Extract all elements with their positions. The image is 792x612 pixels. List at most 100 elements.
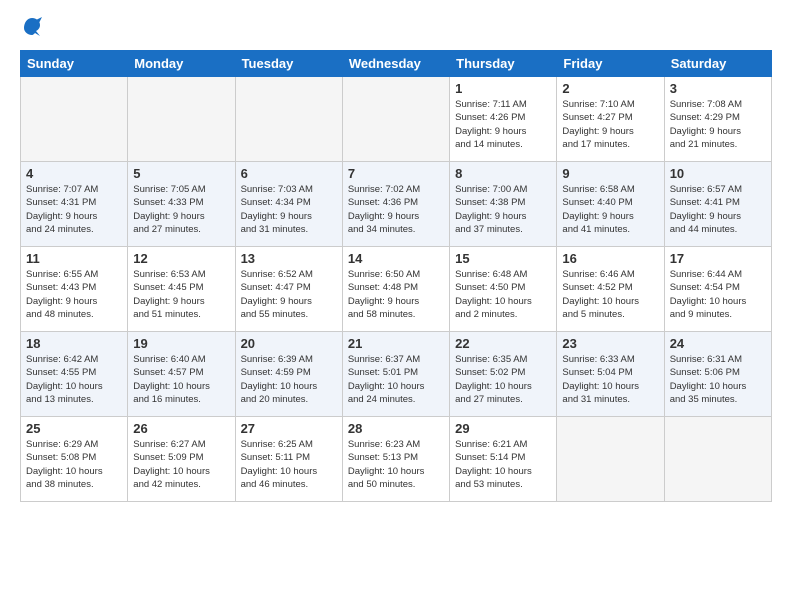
day-number: 5	[133, 166, 229, 181]
day-info: Sunrise: 6:40 AM Sunset: 4:57 PM Dayligh…	[133, 353, 229, 406]
calendar-cell	[664, 417, 771, 502]
day-info: Sunrise: 6:46 AM Sunset: 4:52 PM Dayligh…	[562, 268, 658, 321]
calendar-cell: 5 Sunrise: 7:05 AM Sunset: 4:33 PM Daylig…	[128, 162, 235, 247]
weekday-header-tuesday: Tuesday	[235, 51, 342, 77]
day-number: 16	[562, 251, 658, 266]
calendar-cell: 21 Sunrise: 6:37 AM Sunset: 5:01 PM Dayli…	[342, 332, 449, 417]
day-info: Sunrise: 7:11 AM Sunset: 4:26 PM Dayligh…	[455, 98, 551, 151]
calendar-cell: 9 Sunrise: 6:58 AM Sunset: 4:40 PM Daylig…	[557, 162, 664, 247]
weekday-header-sunday: Sunday	[21, 51, 128, 77]
header	[20, 16, 772, 38]
day-info: Sunrise: 6:29 AM Sunset: 5:08 PM Dayligh…	[26, 438, 122, 491]
day-info: Sunrise: 7:05 AM Sunset: 4:33 PM Dayligh…	[133, 183, 229, 236]
day-number: 3	[670, 81, 766, 96]
calendar-cell: 3 Sunrise: 7:08 AM Sunset: 4:29 PM Daylig…	[664, 77, 771, 162]
day-info: Sunrise: 6:39 AM Sunset: 4:59 PM Dayligh…	[241, 353, 337, 406]
day-info: Sunrise: 6:31 AM Sunset: 5:06 PM Dayligh…	[670, 353, 766, 406]
calendar-cell: 4 Sunrise: 7:07 AM Sunset: 4:31 PM Daylig…	[21, 162, 128, 247]
day-info: Sunrise: 7:00 AM Sunset: 4:38 PM Dayligh…	[455, 183, 551, 236]
day-number: 8	[455, 166, 551, 181]
calendar-table: SundayMondayTuesdayWednesdayThursdayFrid…	[20, 50, 772, 502]
calendar-week-row: 11 Sunrise: 6:55 AM Sunset: 4:43 PM Dayli…	[21, 247, 772, 332]
day-number: 1	[455, 81, 551, 96]
page: SundayMondayTuesdayWednesdayThursdayFrid…	[0, 0, 792, 512]
day-info: Sunrise: 7:08 AM Sunset: 4:29 PM Dayligh…	[670, 98, 766, 151]
day-info: Sunrise: 6:42 AM Sunset: 4:55 PM Dayligh…	[26, 353, 122, 406]
day-info: Sunrise: 6:44 AM Sunset: 4:54 PM Dayligh…	[670, 268, 766, 321]
weekday-header-wednesday: Wednesday	[342, 51, 449, 77]
day-info: Sunrise: 6:21 AM Sunset: 5:14 PM Dayligh…	[455, 438, 551, 491]
calendar-cell: 26 Sunrise: 6:27 AM Sunset: 5:09 PM Dayli…	[128, 417, 235, 502]
day-info: Sunrise: 7:03 AM Sunset: 4:34 PM Dayligh…	[241, 183, 337, 236]
day-info: Sunrise: 6:57 AM Sunset: 4:41 PM Dayligh…	[670, 183, 766, 236]
calendar-cell	[235, 77, 342, 162]
calendar-cell: 22 Sunrise: 6:35 AM Sunset: 5:02 PM Dayli…	[450, 332, 557, 417]
calendar-cell: 19 Sunrise: 6:40 AM Sunset: 4:57 PM Dayli…	[128, 332, 235, 417]
day-number: 15	[455, 251, 551, 266]
calendar-cell: 29 Sunrise: 6:21 AM Sunset: 5:14 PM Dayli…	[450, 417, 557, 502]
day-info: Sunrise: 6:35 AM Sunset: 5:02 PM Dayligh…	[455, 353, 551, 406]
weekday-header-saturday: Saturday	[664, 51, 771, 77]
day-number: 18	[26, 336, 122, 351]
day-number: 24	[670, 336, 766, 351]
weekday-header-thursday: Thursday	[450, 51, 557, 77]
calendar-cell: 28 Sunrise: 6:23 AM Sunset: 5:13 PM Dayli…	[342, 417, 449, 502]
day-number: 12	[133, 251, 229, 266]
calendar-cell	[128, 77, 235, 162]
day-info: Sunrise: 6:33 AM Sunset: 5:04 PM Dayligh…	[562, 353, 658, 406]
day-number: 10	[670, 166, 766, 181]
calendar-cell: 20 Sunrise: 6:39 AM Sunset: 4:59 PM Dayli…	[235, 332, 342, 417]
weekday-header-row: SundayMondayTuesdayWednesdayThursdayFrid…	[21, 51, 772, 77]
logo-bird-icon	[22, 16, 42, 38]
day-info: Sunrise: 7:02 AM Sunset: 4:36 PM Dayligh…	[348, 183, 444, 236]
calendar-cell: 17 Sunrise: 6:44 AM Sunset: 4:54 PM Dayli…	[664, 247, 771, 332]
day-number: 6	[241, 166, 337, 181]
calendar-cell	[557, 417, 664, 502]
day-number: 11	[26, 251, 122, 266]
calendar-cell: 18 Sunrise: 6:42 AM Sunset: 4:55 PM Dayli…	[21, 332, 128, 417]
day-info: Sunrise: 6:53 AM Sunset: 4:45 PM Dayligh…	[133, 268, 229, 321]
calendar-cell: 12 Sunrise: 6:53 AM Sunset: 4:45 PM Dayli…	[128, 247, 235, 332]
day-number: 17	[670, 251, 766, 266]
day-info: Sunrise: 7:07 AM Sunset: 4:31 PM Dayligh…	[26, 183, 122, 236]
calendar-cell: 11 Sunrise: 6:55 AM Sunset: 4:43 PM Dayli…	[21, 247, 128, 332]
day-info: Sunrise: 6:27 AM Sunset: 5:09 PM Dayligh…	[133, 438, 229, 491]
calendar-cell: 14Sunrise: 6:50 AM Sunset: 4:48 PM Dayli…	[342, 247, 449, 332]
day-number: 23	[562, 336, 658, 351]
day-number: 4	[26, 166, 122, 181]
calendar-cell: 23 Sunrise: 6:33 AM Sunset: 5:04 PM Dayli…	[557, 332, 664, 417]
day-number: 28	[348, 421, 444, 436]
day-number: 29	[455, 421, 551, 436]
day-info: Sunrise: 7:10 AM Sunset: 4:27 PM Dayligh…	[562, 98, 658, 151]
day-info: Sunrise: 6:58 AM Sunset: 4:40 PM Dayligh…	[562, 183, 658, 236]
day-info: Sunrise: 6:23 AM Sunset: 5:13 PM Dayligh…	[348, 438, 444, 491]
calendar-cell: 16 Sunrise: 6:46 AM Sunset: 4:52 PM Dayli…	[557, 247, 664, 332]
day-number: 22	[455, 336, 551, 351]
weekday-header-monday: Monday	[128, 51, 235, 77]
day-number: 20	[241, 336, 337, 351]
calendar-cell: 24 Sunrise: 6:31 AM Sunset: 5:06 PM Dayli…	[664, 332, 771, 417]
calendar-cell: 13Sunrise: 6:52 AM Sunset: 4:47 PM Dayli…	[235, 247, 342, 332]
calendar-cell: 2 Sunrise: 7:10 AM Sunset: 4:27 PM Daylig…	[557, 77, 664, 162]
day-number: 2	[562, 81, 658, 96]
day-number: 25	[26, 421, 122, 436]
day-number: 9	[562, 166, 658, 181]
day-number: 26	[133, 421, 229, 436]
day-number: 19	[133, 336, 229, 351]
calendar-week-row: 25 Sunrise: 6:29 AM Sunset: 5:08 PM Dayli…	[21, 417, 772, 502]
logo	[20, 16, 42, 38]
calendar-cell: 1 Sunrise: 7:11 AM Sunset: 4:26 PM Daylig…	[450, 77, 557, 162]
calendar-cell: 25 Sunrise: 6:29 AM Sunset: 5:08 PM Dayli…	[21, 417, 128, 502]
day-info: Sunrise: 6:48 AM Sunset: 4:50 PM Dayligh…	[455, 268, 551, 321]
calendar-cell	[342, 77, 449, 162]
calendar-cell: 15 Sunrise: 6:48 AM Sunset: 4:50 PM Dayli…	[450, 247, 557, 332]
day-info: Sunrise: 6:37 AM Sunset: 5:01 PM Dayligh…	[348, 353, 444, 406]
calendar-cell: 8 Sunrise: 7:00 AM Sunset: 4:38 PM Daylig…	[450, 162, 557, 247]
calendar-cell: 10 Sunrise: 6:57 AM Sunset: 4:41 PM Dayli…	[664, 162, 771, 247]
day-number: 27	[241, 421, 337, 436]
weekday-header-friday: Friday	[557, 51, 664, 77]
day-number: 21	[348, 336, 444, 351]
calendar-cell: 27Sunrise: 6:25 AM Sunset: 5:11 PM Dayli…	[235, 417, 342, 502]
calendar-week-row: 1 Sunrise: 7:11 AM Sunset: 4:26 PM Daylig…	[21, 77, 772, 162]
day-info: Sunrise: 6:55 AM Sunset: 4:43 PM Dayligh…	[26, 268, 122, 321]
